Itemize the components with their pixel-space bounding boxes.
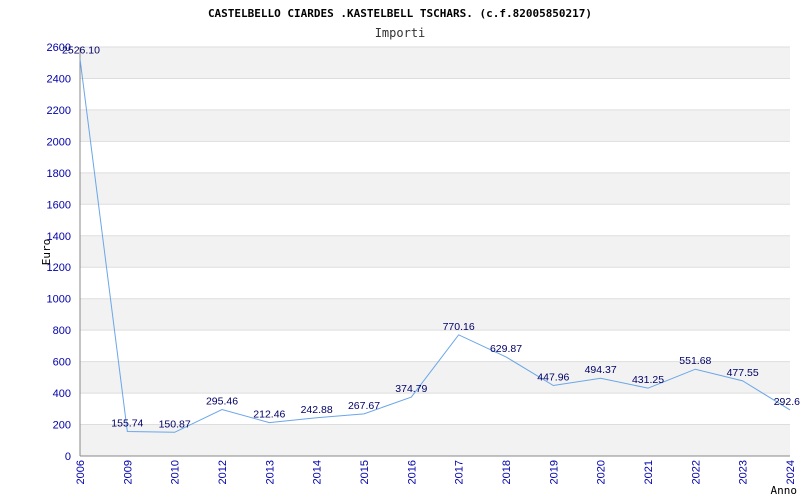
y-tick-label: 800 [53, 325, 71, 337]
y-tick-label: 200 [53, 420, 71, 432]
x-tick-label: 2023 [738, 460, 750, 484]
x-tick-label: 2016 [406, 460, 418, 484]
x-tick-label: 2019 [548, 460, 560, 484]
x-tick-label: 2022 [690, 460, 702, 484]
x-tick-label: 2020 [596, 460, 608, 484]
data-label: 551.68 [679, 355, 711, 367]
grid-band [80, 235, 790, 268]
x-tick-label: 2024 [785, 460, 797, 484]
data-label: 477.55 [727, 367, 759, 379]
x-tick-label: 2015 [359, 460, 371, 484]
x-tick-label: 2021 [643, 460, 655, 484]
grid-band [80, 47, 790, 79]
x-tick-label: 2010 [170, 460, 182, 484]
data-label: 155.74 [111, 418, 143, 430]
x-tick-label: 2018 [501, 460, 513, 484]
data-label: 431.25 [632, 374, 664, 386]
x-tick-label: 2013 [264, 460, 276, 484]
data-label: 242.88 [301, 404, 333, 416]
data-label: 292.6 [774, 396, 800, 408]
data-label: 150.87 [159, 418, 191, 430]
x-tick-label: 2012 [217, 460, 229, 484]
y-tick-label: 600 [53, 357, 71, 369]
data-label: 629.87 [490, 343, 522, 355]
grid-bands [80, 47, 790, 456]
data-label: 494.37 [585, 364, 617, 376]
data-label: 212.46 [253, 409, 285, 421]
grid-band [80, 109, 790, 142]
x-tick-label: 2009 [122, 460, 134, 484]
y-tick-label: 2200 [47, 105, 71, 117]
chart-title: CASTELBELLO CIARDES .KASTELBELL TSCHARS.… [208, 7, 592, 20]
data-label: 2526.10 [62, 45, 100, 57]
data-label: 295.46 [206, 396, 238, 408]
data-label: 447.96 [537, 372, 569, 384]
data-label: 770.16 [443, 321, 475, 333]
x-tick-label: 2017 [454, 460, 466, 484]
y-tick-label: 2400 [47, 73, 71, 85]
x-tick-label: 2014 [312, 460, 324, 484]
data-label: 267.67 [348, 400, 380, 412]
x-axis-title: Anno [771, 484, 798, 497]
y-tick-label: 1800 [47, 168, 71, 180]
data-label: 374.79 [395, 383, 427, 395]
y-tick-label: 2000 [47, 136, 71, 148]
grid-band [80, 298, 790, 331]
y-tick-label: 1000 [47, 294, 71, 306]
grid-band [80, 172, 790, 205]
y-tick-label: 0 [65, 451, 71, 463]
x-tick-labels: 2006 2009 2010 2012 2013 2014 2015 2016 2017 2018… [75, 460, 797, 484]
y-axis-title: Euro [40, 239, 53, 266]
y-tick-label: 400 [53, 388, 71, 400]
x-tick-label: 2006 [75, 460, 87, 484]
chart-subtitle: Importi [375, 26, 426, 40]
y-tick-label: 1600 [47, 199, 71, 211]
line-chart: 0200400600800100012001400160018002000220… [40, 7, 800, 497]
